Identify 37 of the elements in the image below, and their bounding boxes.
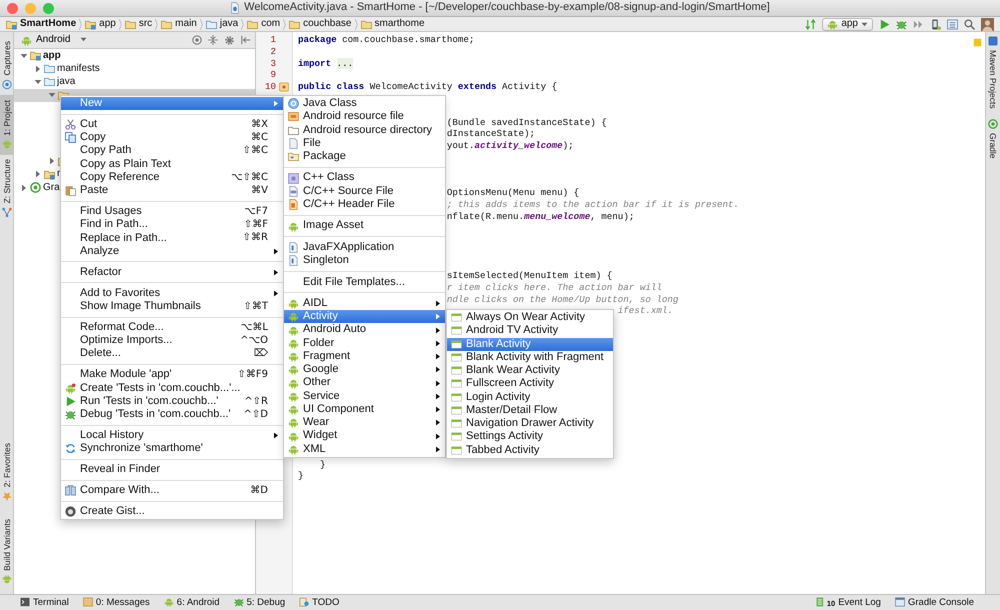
shortcut-label: ⇧⌘R — [242, 232, 268, 244]
line-number: 1 — [270, 34, 276, 46]
shortcut-label: ^⇧R — [244, 396, 268, 408]
shortcut-label: ⌘C — [251, 132, 268, 144]
shortcut-label: ⌘V — [251, 184, 268, 197]
code-line: nflate(R.menu.menu_welcome, menu); — [446, 210, 634, 223]
line-number: 3 — [270, 58, 276, 70]
code-line: public class WelcomeActivity extends Activity { — [298, 81, 558, 93]
code-line: sItemSelected(MenuItem item) { — [446, 270, 612, 282]
shortcut-label: ⇧⌘T — [244, 300, 268, 313]
line-number: 2 — [270, 46, 276, 58]
line-number: 9 — [270, 69, 276, 82]
shortcut-label: ⌥⌘L — [240, 322, 268, 334]
shortcut-label: ⌥⇧⌘C — [231, 172, 268, 184]
code-line: import ... — [298, 58, 354, 70]
code-line: } — [298, 470, 304, 482]
window-title: WelcomeActivity.java - SmartHome - [~/Developer/couchbase-by-example/08-signup-and-login/SmartHome] — [244, 1, 770, 15]
code-line: (Bundle savedInstanceState) { — [446, 116, 607, 128]
code-line: ; this adds items to the action bar if it is present. — [446, 199, 740, 211]
code-line: r item clicks here. The action bar will — [446, 282, 662, 294]
shortcut-label: ⌘X — [251, 118, 268, 131]
code-line: ndle clicks on the Home/Up button, so long — [446, 294, 678, 306]
shortcut-label: ⌘D — [250, 484, 268, 497]
code-line: ifest.xml. — [618, 305, 673, 318]
code-line: OptionsMenu(Menu menu) { — [446, 187, 580, 200]
shortcut-label: ⇧⌘F — [244, 219, 268, 231]
shortcut-label: ⌥F7 — [244, 206, 268, 218]
code-line: } — [320, 458, 326, 470]
line-number: 10 — [264, 81, 276, 93]
shortcut-label: ⌦ — [254, 348, 268, 360]
shortcut-label: ⇧⌘C — [242, 145, 268, 158]
code-line: package com.couchbase.smarthome; — [298, 34, 474, 46]
shortcut-label: ⇧⌘F9 — [238, 369, 268, 381]
code-line: dInstanceState); — [446, 128, 536, 140]
shortcut-label: ^⌥O — [240, 334, 268, 347]
shortcut-label: ^⇧D — [244, 408, 268, 421]
code-line: yout.activity_welcome); — [446, 140, 574, 152]
